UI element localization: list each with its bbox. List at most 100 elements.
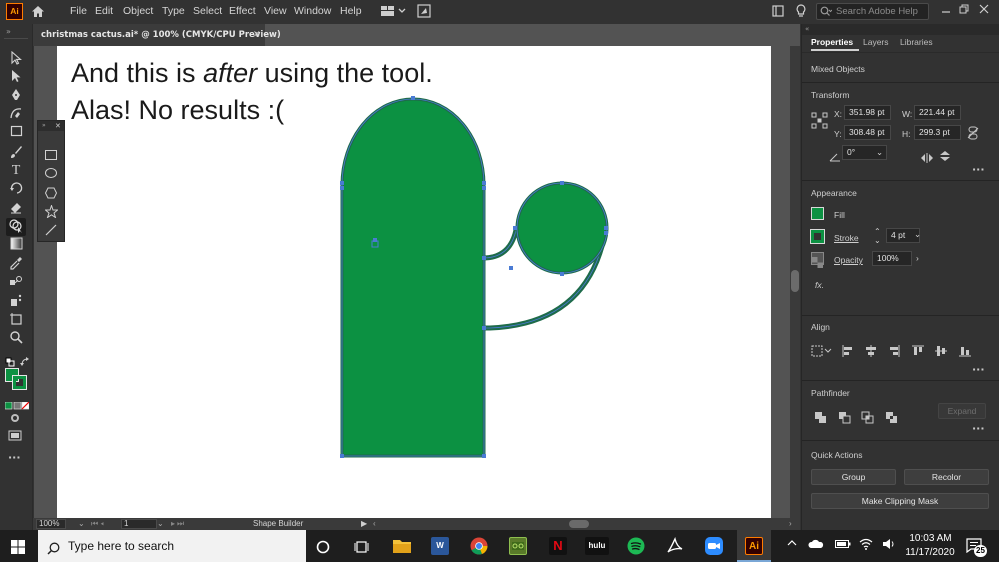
reference-point-icon[interactable]	[811, 112, 828, 133]
align-top-icon[interactable]	[912, 342, 924, 361]
scroll-left-icon[interactable]: ‹	[373, 518, 376, 530]
stroke-stepper-icon[interactable]: ⌃ ⌄	[874, 227, 881, 245]
pathfinder-intersect-icon[interactable]	[861, 409, 874, 428]
flyout-collapse-icon[interactable]: »	[42, 121, 46, 131]
align-more-icon[interactable]: ···	[972, 364, 985, 375]
pathfinder-exclude-icon[interactable]	[885, 409, 898, 428]
fill-label: Fill	[834, 210, 845, 220]
flyout-polygon-icon[interactable]	[43, 187, 59, 201]
hulu-icon[interactable]: hulu	[585, 537, 609, 555]
appearance-fill-swatch[interactable]	[811, 207, 824, 220]
panel-header-strip: «	[802, 24, 999, 35]
divider	[802, 82, 999, 83]
zoom-dropdown-icon[interactable]: ⌄	[78, 518, 85, 530]
flip-horizontal-icon[interactable]	[920, 148, 934, 167]
appearance-heading: Appearance	[811, 188, 857, 198]
align-to-selection-icon[interactable]	[811, 342, 833, 361]
tab-properties[interactable]: Properties	[811, 37, 853, 47]
file-explorer-icon[interactable]	[393, 538, 411, 557]
constrain-proportions-icon[interactable]	[967, 125, 979, 144]
stroke-weight-dropdown-icon[interactable]: ⌄	[914, 229, 921, 240]
wifi-icon[interactable]	[859, 538, 873, 553]
y-label: Y:	[834, 129, 842, 139]
divider	[802, 180, 999, 181]
current-tool-label: Shape Builder	[253, 519, 304, 528]
opacity-field[interactable]: 100%	[872, 251, 912, 266]
pathfinder-minus-front-icon[interactable]	[838, 409, 851, 428]
panel-collapse-icon[interactable]: «	[805, 24, 809, 35]
w-label: W:	[902, 109, 913, 119]
chrome-icon[interactable]	[470, 537, 488, 559]
flyout-header: » ✕	[38, 121, 64, 131]
vertical-scroll-thumb[interactable]	[791, 270, 799, 292]
flyout-line-icon[interactable]	[43, 224, 59, 238]
battery-icon[interactable]	[835, 539, 851, 552]
acrobat-icon[interactable]	[666, 536, 684, 559]
clock-date[interactable]: 11/17/2020	[904, 547, 956, 558]
align-right-icon[interactable]	[888, 342, 900, 361]
width-field[interactable]: 221.44 pt	[914, 105, 961, 120]
windows-taskbar: Type here to search W N hulu Ai 10:03 AM…	[0, 530, 999, 562]
quick-actions-heading: Quick Actions	[811, 450, 863, 460]
horizontal-scroll-thumb[interactable]	[569, 520, 589, 528]
tab-layers[interactable]: Layers	[863, 37, 889, 47]
word-icon[interactable]: W	[431, 537, 449, 555]
height-field[interactable]: 299.3 pt	[914, 125, 961, 140]
make-clipping-mask-button[interactable]: Make Clipping Mask	[811, 493, 989, 509]
show-hidden-icons-icon[interactable]	[787, 539, 797, 550]
x-position-field[interactable]: 351.98 pt	[844, 105, 891, 120]
clock-time[interactable]: 10:03 AM	[908, 533, 953, 544]
pathfinder-unite-icon[interactable]	[814, 409, 827, 428]
zoom-app-icon[interactable]	[705, 537, 723, 559]
fx-effects-button[interactable]: fx.	[815, 280, 824, 290]
netflix-icon[interactable]: N	[549, 537, 567, 555]
transform-heading: Transform	[811, 90, 850, 100]
spotify-icon[interactable]	[627, 537, 645, 559]
artboard-prev-buttons[interactable]: ⏮◂	[91, 518, 106, 530]
opacity-label[interactable]: Opacity	[834, 255, 863, 265]
task-view-icon[interactable]	[354, 539, 370, 558]
align-vertical-center-icon[interactable]	[935, 342, 947, 361]
scroll-right-icon[interactable]: ›	[789, 518, 792, 530]
cortana-icon[interactable]	[316, 539, 330, 558]
stroke-label[interactable]: Stroke	[834, 233, 859, 243]
align-bottom-icon[interactable]	[959, 342, 971, 361]
flyout-ellipse-icon[interactable]	[43, 168, 59, 182]
status-bar: 100% ⌄ ⏮◂ 1 ⌄ ▸⏭ Shape Builder ▶ ‹ ›	[33, 518, 800, 530]
taskbar-search-icon	[47, 540, 60, 559]
taskbar-search-input[interactable]: Type here to search	[38, 530, 306, 562]
transform-more-icon[interactable]: ···	[972, 164, 985, 175]
artboard-dropdown-icon[interactable]: ⌄	[157, 518, 164, 530]
onedrive-icon[interactable]	[808, 539, 824, 552]
recolor-button[interactable]: Recolor	[904, 469, 989, 485]
h-label: H:	[902, 129, 911, 139]
illustrator-window: Ai File Edit Object Type Select Effect V…	[0, 0, 999, 562]
y-position-field[interactable]: 308.48 pt	[844, 125, 891, 140]
flyout-star-icon[interactable]	[43, 203, 59, 219]
flyout-close-icon[interactable]: ✕	[55, 121, 61, 131]
pathfinder-more-icon[interactable]: ···	[972, 423, 985, 434]
flip-vertical-icon[interactable]	[939, 147, 951, 166]
volume-icon[interactable]	[882, 538, 896, 553]
windows-start-icon[interactable]	[11, 539, 25, 558]
illustrator-taskbar-icon[interactable]: Ai	[745, 537, 763, 555]
selection-type-label: Mixed Objects	[811, 64, 865, 74]
expand-button[interactable]: Expand	[938, 403, 986, 419]
appearance-stroke-swatch[interactable]	[810, 229, 825, 244]
status-menu-icon[interactable]: ▶	[361, 518, 367, 530]
flyout-rectangle-icon[interactable]	[43, 150, 59, 164]
minecraft-icon[interactable]	[509, 537, 527, 555]
zoom-level-field[interactable]: 100%	[36, 519, 66, 529]
group-button[interactable]: Group	[811, 469, 896, 485]
divider	[802, 440, 999, 441]
divider	[802, 315, 999, 316]
rotation-dropdown-icon[interactable]: ⌄	[876, 147, 883, 158]
opacity-arrow-icon[interactable]: ›	[916, 253, 919, 263]
tab-libraries[interactable]: Libraries	[900, 37, 933, 47]
artboard-next-buttons[interactable]: ▸⏭	[171, 518, 186, 530]
divider	[802, 52, 999, 53]
align-horizontal-center-icon[interactable]	[865, 342, 877, 361]
align-left-icon[interactable]	[842, 342, 854, 361]
shape-tools-flyout: » ✕	[37, 120, 65, 242]
artboard-number-field[interactable]: 1	[121, 519, 157, 529]
